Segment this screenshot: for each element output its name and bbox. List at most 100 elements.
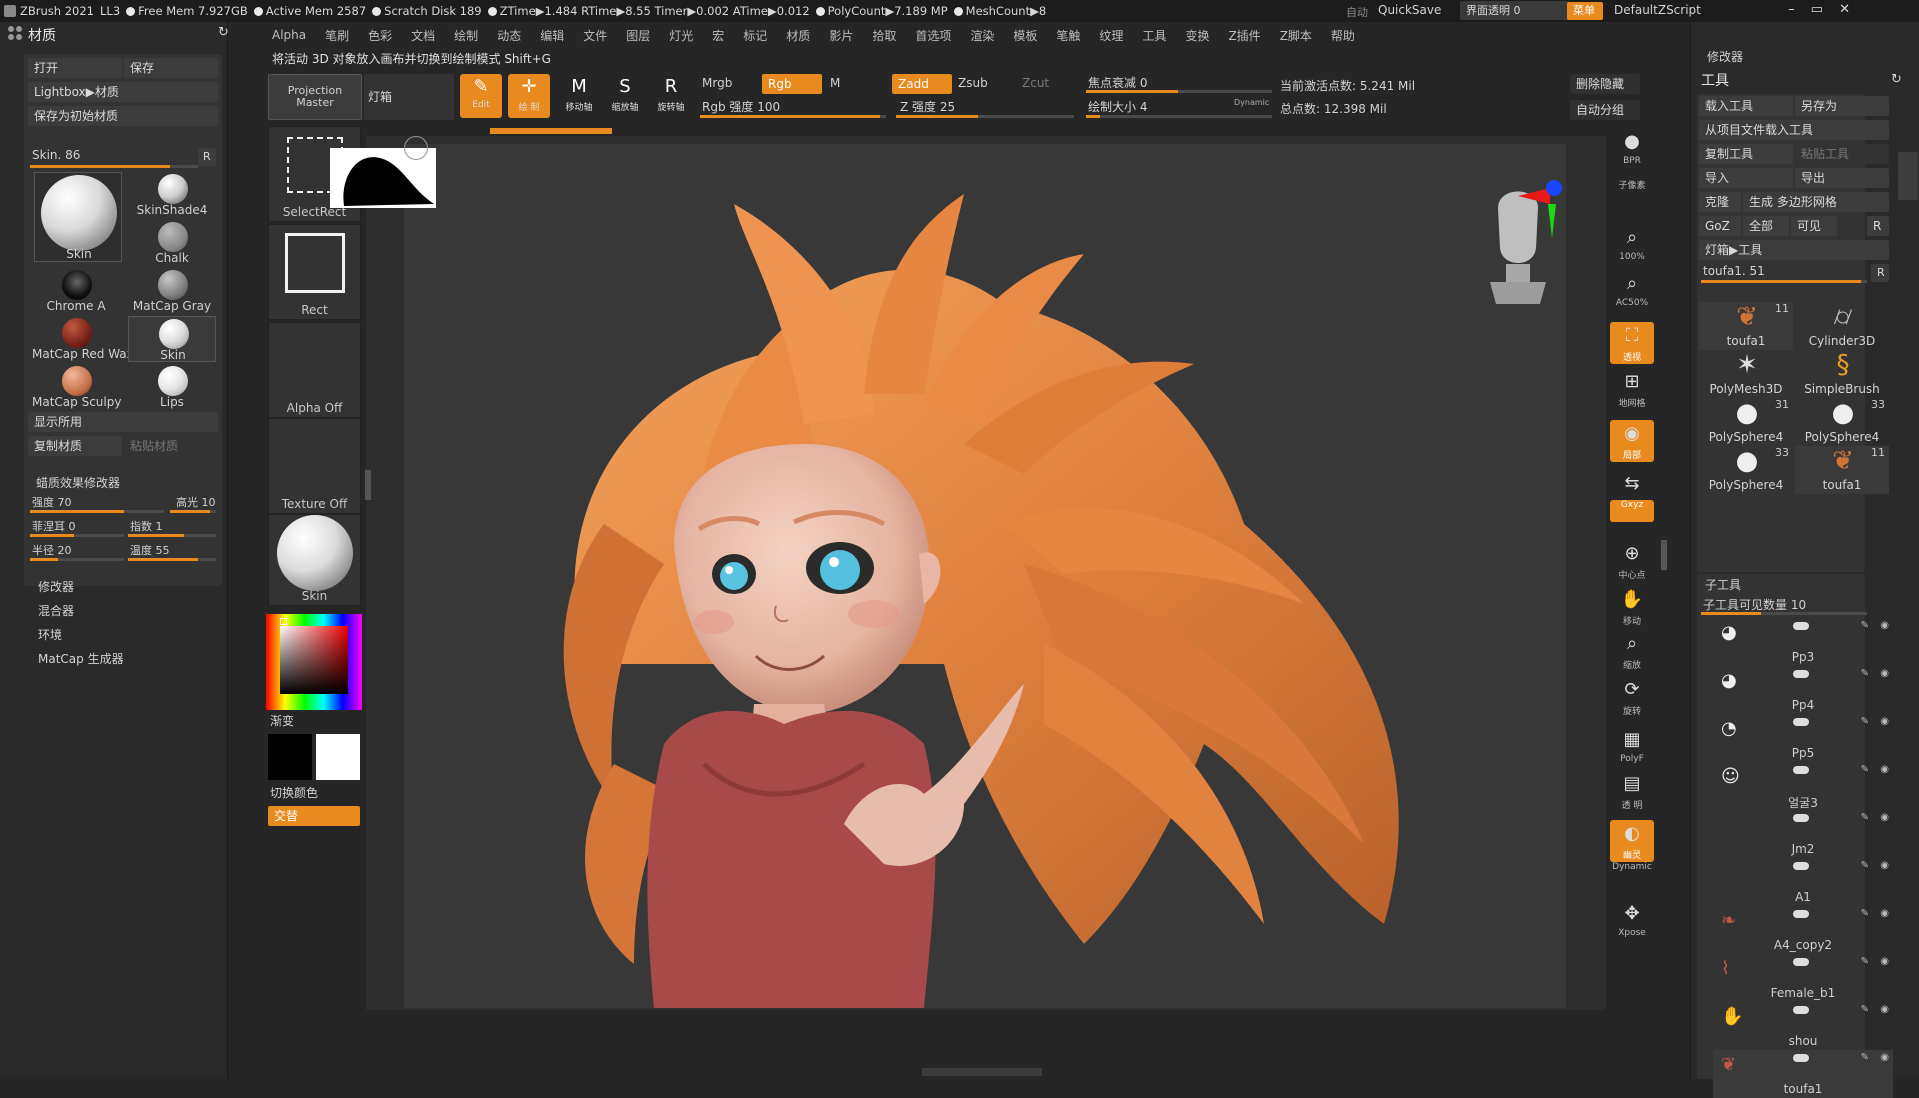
- menu-item[interactable]: 标记: [743, 27, 767, 44]
- highlight-label[interactable]: 高光 10: [176, 494, 216, 510]
- save-material-button[interactable]: 保存: [124, 58, 218, 78]
- projection-master-button[interactable]: Projection Master: [268, 74, 362, 120]
- menu-item[interactable]: 纹理: [1099, 27, 1123, 44]
- refresh-icon[interactable]: ↻: [218, 25, 229, 40]
- subtool-brush-icon[interactable]: ✎: [1861, 716, 1869, 727]
- menu-item[interactable]: 帮助: [1331, 27, 1355, 44]
- material-matcap-sculpy[interactable]: MatCap Sculpy: [32, 364, 121, 410]
- subtool-toggle[interactable]: [1793, 814, 1809, 822]
- material-matcap-red-wax[interactable]: MatCap Red Wax: [32, 316, 134, 362]
- zsub-button[interactable]: Zsub: [958, 76, 988, 90]
- fresnel-slider[interactable]: [30, 534, 124, 537]
- subtool-row[interactable]: ☺ ◉ ✎ 얼굴3: [1713, 762, 1893, 810]
- canvas[interactable]: [404, 144, 1566, 1008]
- rotate-mode-button[interactable]: R 旋转轴: [650, 74, 692, 118]
- z-strength-label[interactable]: Z 强度 25: [900, 98, 955, 115]
- subtool-brush-icon[interactable]: ✎: [1861, 764, 1869, 775]
- auto-groups-button[interactable]: 自动分组: [1570, 100, 1640, 120]
- sculpt-model-render[interactable]: [404, 144, 1566, 1008]
- right-scrollbar[interactable]: [1898, 152, 1918, 200]
- mrgb-button[interactable]: Mrgb: [702, 76, 732, 90]
- copy-material-button[interactable]: 复制材质: [28, 436, 122, 456]
- goz-all-button[interactable]: 全部: [1743, 216, 1789, 236]
- subtool-row[interactable]: ⌇ ◉ ✎ Female_b1: [1713, 954, 1893, 1002]
- color-cursor[interactable]: [280, 618, 287, 625]
- view-tool-button[interactable]: ✋ 移动: [1610, 586, 1654, 628]
- subtool-row[interactable]: ✋ ◉ ✎ shou: [1713, 1002, 1893, 1050]
- material-lips[interactable]: Lips: [128, 364, 216, 410]
- subtool-row[interactable]: ❦ ◉ ✎ toufa1: [1713, 1050, 1893, 1098]
- subtool-brush-icon[interactable]: ✎: [1861, 668, 1869, 679]
- alpha-off-button[interactable]: Alpha Off: [268, 322, 361, 418]
- view-tool-button[interactable]: ✥ Xpose: [1610, 900, 1654, 942]
- quicksave-button[interactable]: QuickSave: [1378, 3, 1441, 17]
- subtool-toggle[interactable]: [1793, 670, 1809, 678]
- draw-size-label[interactable]: 绘制大小 4: [1088, 98, 1147, 115]
- tool-refresh-icon[interactable]: ↻: [1891, 72, 1902, 87]
- skin-slider-label[interactable]: Skin. 86: [32, 148, 80, 162]
- lightbox-tools-button[interactable]: 灯箱▶工具: [1699, 240, 1889, 260]
- rect-stroke[interactable]: Rect: [268, 224, 361, 320]
- menu-item[interactable]: 文件: [583, 27, 607, 44]
- fresnel-label[interactable]: 菲涅耳 0: [32, 518, 76, 534]
- subtool-eye-icon[interactable]: ◉: [1880, 716, 1889, 727]
- subtool-toggle[interactable]: [1793, 622, 1809, 630]
- alternate-button[interactable]: 交替: [268, 806, 360, 826]
- menu-item[interactable]: 拾取: [872, 27, 896, 44]
- subtool-row[interactable]: ❧ ◉ ✎ A4_copy2: [1713, 906, 1893, 954]
- menu-item[interactable]: 宏: [712, 27, 724, 44]
- menu-item[interactable]: 笔刷: [325, 27, 349, 44]
- subtool-brush-icon[interactable]: ✎: [1861, 1052, 1869, 1063]
- strength-label[interactable]: 强度 70: [32, 494, 72, 510]
- show-used-button[interactable]: 显示所用: [28, 412, 218, 432]
- material-skin-selected[interactable]: Skin: [128, 316, 216, 362]
- menu-item[interactable]: Alpha: [272, 28, 306, 42]
- material-skinshade4[interactable]: SkinShade4: [128, 172, 216, 218]
- skin-r-button[interactable]: R: [198, 148, 216, 166]
- menu-item[interactable]: 工具: [1142, 27, 1166, 44]
- view-tool-button[interactable]: ● BPR: [1610, 128, 1654, 170]
- zcut-button[interactable]: Zcut: [1022, 76, 1049, 90]
- subtool-brush-icon[interactable]: ✎: [1861, 860, 1869, 871]
- view-tool-button[interactable]: ◉ 局部: [1610, 420, 1654, 462]
- subtool-brush-icon[interactable]: ✎: [1861, 956, 1869, 967]
- menu-item[interactable]: 渲染: [970, 27, 994, 44]
- section-matcap-generator[interactable]: MatCap 生成器: [38, 650, 124, 667]
- exponent-label[interactable]: 指数 1: [130, 518, 163, 534]
- subtool-eye-icon[interactable]: ◉: [1880, 1004, 1889, 1015]
- subtool-brush-icon[interactable]: ✎: [1861, 812, 1869, 823]
- temperature-slider[interactable]: [128, 558, 216, 561]
- view-tool-button[interactable]: ⊞ 地网格: [1610, 368, 1654, 410]
- subtool-brush-icon[interactable]: ✎: [1861, 1004, 1869, 1015]
- section-mixer[interactable]: 混合器: [38, 602, 74, 619]
- subtool-eye-icon[interactable]: ◉: [1880, 956, 1889, 967]
- view-tool-button[interactable]: ⊕ 中心点: [1610, 540, 1654, 582]
- radius-label[interactable]: 半径 20: [32, 542, 72, 558]
- save-start-material-button[interactable]: 保存为初始材质: [28, 106, 218, 126]
- menu-item[interactable]: 影片: [829, 27, 853, 44]
- menu-item[interactable]: 文档: [411, 27, 435, 44]
- save-tool-as-button[interactable]: 另存为: [1795, 96, 1889, 116]
- tray-grip-icon[interactable]: [8, 26, 22, 40]
- paste-material-button[interactable]: 粘贴材质: [124, 436, 218, 456]
- menu-item[interactable]: 色彩: [368, 27, 392, 44]
- tool-thumbnail[interactable]: ● PolySphere4 33: [1795, 398, 1889, 446]
- default-zscript-button[interactable]: DefaultZScript: [1614, 3, 1701, 17]
- menu-item[interactable]: 变换: [1185, 27, 1209, 44]
- subtool-toggle[interactable]: [1793, 766, 1809, 774]
- window-controls[interactable]: – ▭ ✕: [1788, 2, 1850, 17]
- primary-color-swatch[interactable]: [316, 734, 360, 780]
- subtool-toggle[interactable]: [1793, 862, 1809, 870]
- visible-count-label[interactable]: 子工具可见数量 10: [1703, 596, 1806, 613]
- view-tool-button[interactable]: ◐ 幽灵: [1610, 820, 1654, 862]
- menu-item[interactable]: 绘制: [454, 27, 478, 44]
- lightbox-button[interactable]: 灯箱: [364, 74, 454, 120]
- paste-tool-button[interactable]: 粘贴工具: [1795, 144, 1889, 164]
- menu-item[interactable]: Z插件: [1228, 27, 1260, 44]
- m-button[interactable]: M: [830, 76, 840, 90]
- material-chrome-a[interactable]: Chrome A: [32, 268, 120, 314]
- subtool-row[interactable]: ◕ ◉ ✎ Pp3: [1713, 618, 1893, 666]
- close-icon[interactable]: ✕: [1839, 2, 1850, 17]
- tool-thumbnail[interactable]: § SimpleBrush: [1795, 350, 1889, 398]
- view-tool-button[interactable]: ⟳ 旋转: [1610, 676, 1654, 718]
